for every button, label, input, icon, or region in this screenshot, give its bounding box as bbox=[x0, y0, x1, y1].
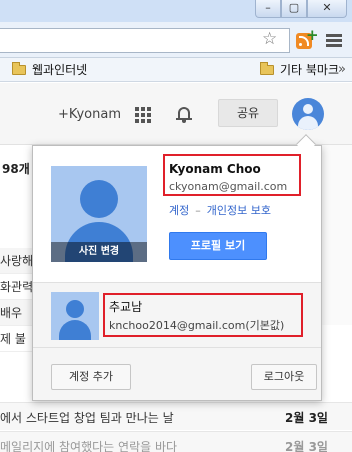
change-photo-label[interactable]: 사진 변경 bbox=[51, 242, 147, 262]
mail-date: 2월 3일 bbox=[285, 440, 328, 452]
notifications-bell-icon[interactable] bbox=[176, 105, 192, 123]
secondary-account-email: knchoo2014@gmail.com(기본값) bbox=[109, 319, 285, 332]
minimize-button[interactable]: – bbox=[255, 0, 281, 18]
add-extension-icon[interactable]: + bbox=[306, 26, 319, 44]
add-account-button[interactable]: 계정 추가 bbox=[51, 364, 131, 390]
left-column-fragments: 사랑해 화관력 배우 제 불 bbox=[0, 248, 32, 352]
toolbar: ☆ + bbox=[0, 22, 352, 58]
share-button[interactable]: 공유 bbox=[218, 99, 278, 127]
popup-footer: 계정 추가 로그아웃 bbox=[33, 348, 321, 400]
gmail-header: +Kyonam 공유 bbox=[0, 83, 352, 145]
bookmark-folder-label: 웹과인터넷 bbox=[32, 63, 88, 77]
person-icon bbox=[80, 180, 118, 218]
bookmark-star-icon[interactable]: ☆ bbox=[262, 28, 277, 50]
account-popup: 사진 변경 Kyonam Choo ckyonam@gmail.com 계정 – 개… bbox=[32, 145, 322, 401]
google-plus-profile-link[interactable]: +Kyonam bbox=[58, 107, 121, 122]
mail-date: 2월 3일 bbox=[285, 411, 328, 425]
profile-photo[interactable]: 사진 변경 bbox=[51, 166, 147, 262]
mail-row[interactable]: 에서 스타트업 창업 팀과 만나는 날 2월 3일 bbox=[0, 402, 352, 430]
list-item[interactable]: 제 불 bbox=[0, 326, 32, 352]
account-name: Kyonam Choo bbox=[169, 162, 261, 176]
person-icon bbox=[66, 300, 84, 318]
window-titlebar: – ▢ ✕ bbox=[0, 0, 352, 22]
view-profile-button[interactable]: 프로필 보기 bbox=[169, 232, 267, 260]
account-email: ckyonam@gmail.com bbox=[169, 180, 288, 193]
bookmarks-overflow-chevron-icon[interactable]: » bbox=[338, 62, 346, 77]
browser-menu-icon[interactable] bbox=[326, 34, 342, 49]
bookmark-folder-web[interactable]: 웹과인터넷 bbox=[12, 62, 87, 78]
bookmark-folder-label: 기타 북마크 bbox=[280, 63, 340, 77]
apps-grid-icon[interactable] bbox=[135, 107, 151, 123]
maximize-button[interactable]: ▢ bbox=[281, 0, 307, 18]
bookmark-folder-other[interactable]: 기타 북마크 bbox=[260, 62, 339, 78]
mail-subject: 에서 스타트업 창업 팀과 만나는 날 bbox=[0, 411, 174, 425]
account-avatar-button[interactable] bbox=[292, 98, 324, 130]
account-link[interactable]: 계정 bbox=[169, 204, 189, 217]
folder-icon bbox=[260, 62, 274, 75]
privacy-link[interactable]: 개인정보 보호 bbox=[207, 204, 271, 217]
content-right-strip bbox=[322, 145, 352, 325]
address-bar[interactable] bbox=[0, 28, 290, 53]
link-separator: – bbox=[195, 204, 201, 217]
folder-icon bbox=[12, 62, 26, 75]
mail-subject: 메일리지에 참여했다는 연락을 바다 bbox=[0, 440, 178, 452]
account-links: 계정 – 개인정보 보호 bbox=[169, 202, 271, 218]
list-item[interactable]: 사랑해 bbox=[0, 248, 32, 274]
bookmarks-bar: 웹과인터넷 기타 북마크 » bbox=[0, 58, 352, 82]
logout-button[interactable]: 로그아웃 bbox=[251, 364, 317, 390]
secondary-profile-photo bbox=[51, 292, 99, 340]
list-item[interactable]: 배우 bbox=[0, 300, 32, 326]
secondary-account-name: 추교남 bbox=[109, 300, 143, 314]
close-window-button[interactable]: ✕ bbox=[307, 0, 347, 18]
secondary-account-row[interactable]: 추교남 knchoo2014@gmail.com(기본값) bbox=[33, 282, 321, 348]
mail-row[interactable]: 메일리지에 참여했다는 연락을 바다 2월 3일 bbox=[0, 431, 352, 452]
list-item[interactable]: 화관력 bbox=[0, 274, 32, 300]
message-count: 98개 bbox=[2, 162, 30, 176]
